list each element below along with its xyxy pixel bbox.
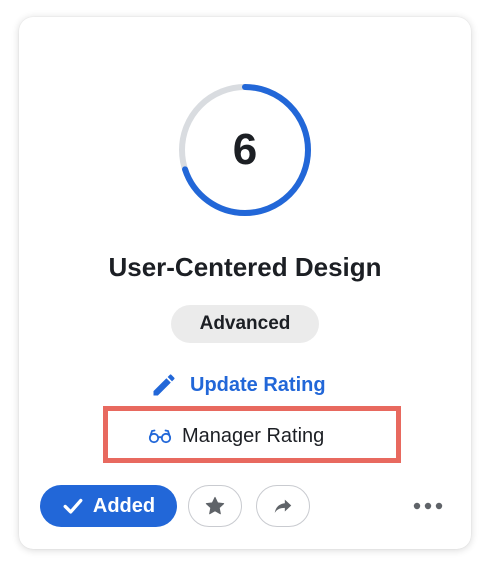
added-button[interactable]: Added (40, 485, 177, 527)
manager-rating-highlight: Manager Rating (103, 406, 401, 463)
glasses-icon (148, 429, 172, 444)
update-rating-link[interactable]: Update Rating (150, 370, 326, 400)
manager-rating-label: Manager Rating (182, 424, 325, 447)
more-options-button[interactable] (408, 495, 448, 517)
favorite-button[interactable] (188, 485, 242, 527)
added-label: Added (92, 494, 156, 517)
share-button[interactable] (256, 485, 310, 527)
pencil-icon (153, 374, 175, 396)
skill-title: User-Centered Design (108, 252, 382, 282)
manager-rating-link[interactable]: Manager Rating (148, 423, 324, 449)
level-badge: Advanced (171, 305, 319, 343)
update-rating-label: Update Rating (190, 373, 326, 396)
star-icon (205, 496, 225, 515)
checkmark-icon (63, 498, 83, 514)
more-horizontal-icon (413, 502, 443, 510)
rating-value: 6 (232, 125, 258, 174)
skill-card: 6 User-Centered Design Advanced Update R… (19, 17, 471, 549)
share-icon (274, 499, 292, 513)
rating-progress-ring: 6 (177, 82, 313, 218)
